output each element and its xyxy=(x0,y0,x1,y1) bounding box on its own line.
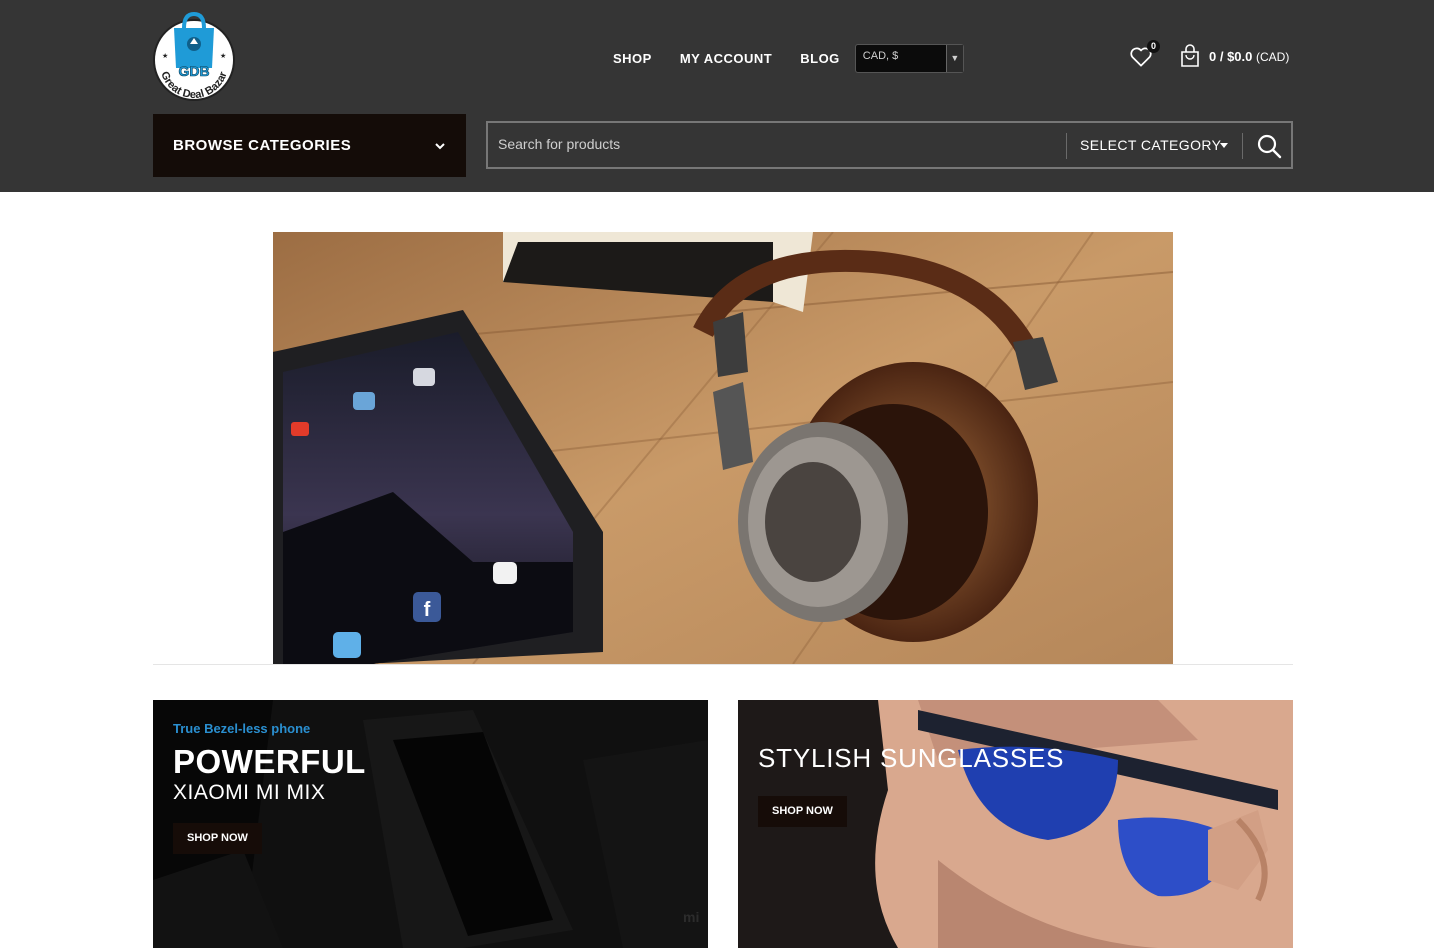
search-divider xyxy=(1242,133,1243,159)
caret-down-icon xyxy=(1220,143,1228,148)
section-divider xyxy=(153,664,1293,665)
shop-now-button[interactable]: SHOP NOW xyxy=(758,796,847,827)
hero-banner[interactable]: f xyxy=(273,232,1173,664)
site-header: GDB Great Deal Bazar ★ ★ SHOP MY ACCOUNT… xyxy=(0,0,1434,192)
promo-subtitle: True Bezel-less phone xyxy=(173,721,311,736)
nav-my-account[interactable]: MY ACCOUNT xyxy=(680,47,772,71)
currency-value: CAD, $ xyxy=(862,50,899,62)
main-nav: SHOP MY ACCOUNT BLOG CAD, $ ▼ xyxy=(613,44,964,73)
search-divider xyxy=(1066,133,1067,159)
caret-down-icon: ▼ xyxy=(945,45,963,72)
shop-now-button[interactable]: SHOP NOW xyxy=(173,823,262,854)
promo-xiaomi[interactable]: mi True Bezel-less phone POWERFUL XIAOMI… xyxy=(153,700,708,948)
svg-text:f: f xyxy=(424,599,431,621)
select-category-dropdown[interactable]: SELECT CATEGORY xyxy=(1080,137,1221,153)
svg-text:★: ★ xyxy=(220,52,226,60)
nav-blog[interactable]: BLOG xyxy=(800,47,840,71)
cart-currency: (CAD) xyxy=(1256,49,1290,64)
svg-text:★: ★ xyxy=(162,52,168,60)
wishlist-count-badge: 0 xyxy=(1147,40,1160,53)
hero-image: f xyxy=(273,232,1173,664)
promo-sunglasses[interactable]: STYLISH SUNGLASSES SHOP NOW xyxy=(738,700,1293,948)
browse-categories-button[interactable]: BROWSE CATEGORIES xyxy=(153,114,466,177)
search-input[interactable]: Search for products xyxy=(498,136,620,152)
browse-categories-label: BROWSE CATEGORIES xyxy=(173,137,352,154)
nav-shop[interactable]: SHOP xyxy=(613,47,652,71)
search-icon[interactable] xyxy=(1256,133,1282,159)
cart-summary: 0 / $0.0 (CAD) xyxy=(1209,49,1289,64)
cart-link[interactable]: 0 / $0.0 (CAD) xyxy=(1179,44,1289,68)
product-search-bar: Search for products SELECT CATEGORY xyxy=(486,121,1293,169)
cart-total: 0 / $0.0 xyxy=(1209,48,1253,64)
currency-select[interactable]: CAD, $ ▼ xyxy=(854,44,964,73)
promo-title: POWERFUL xyxy=(173,743,366,780)
site-logo[interactable]: GDB Great Deal Bazar ★ ★ xyxy=(150,8,238,104)
shopping-bag-icon xyxy=(1181,44,1199,67)
svg-text:mi: mi xyxy=(683,909,699,925)
promo-title: STYLISH SUNGLASSES xyxy=(758,743,1065,773)
logo-initials: GDB xyxy=(178,63,209,79)
chevron-down-icon xyxy=(435,142,445,149)
promo-product-name: XIAOMI MI MIX xyxy=(173,781,326,804)
